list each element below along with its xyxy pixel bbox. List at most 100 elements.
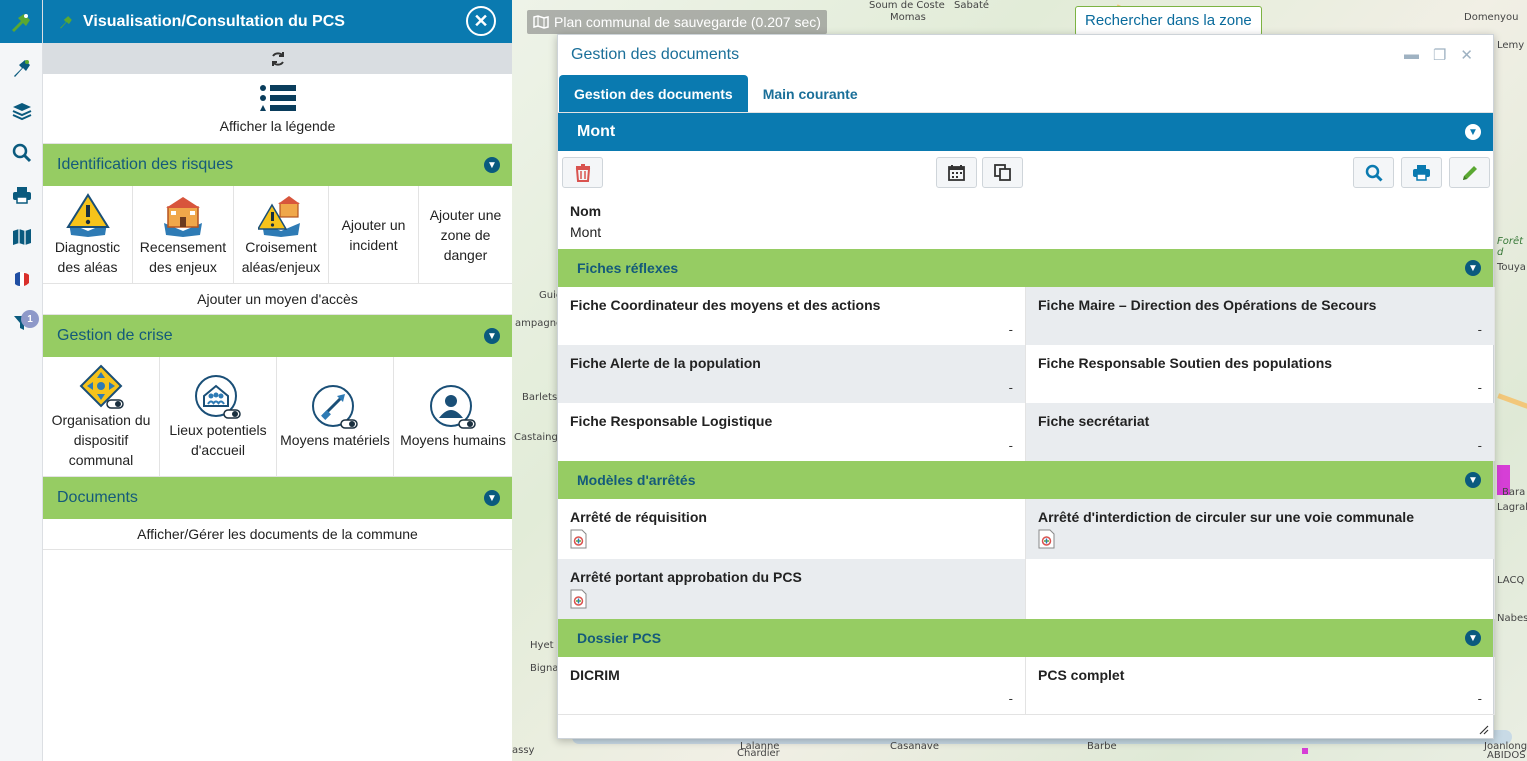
arrete-item[interactable]: Arrêté d'interdiction de circuler sur un…	[1026, 499, 1495, 559]
map-label: Nabes	[1497, 613, 1527, 624]
map-label: Barbe	[1087, 741, 1117, 752]
commune-header[interactable]: Mont ▼	[558, 113, 1493, 151]
fiche-label: Fiche Responsable Soutien des population…	[1038, 355, 1333, 371]
map-icon	[12, 229, 31, 245]
commune-name: Mont	[577, 123, 616, 140]
refresh-button[interactable]	[43, 43, 512, 74]
section-crise-header[interactable]: Gestion de crise ▼	[43, 315, 512, 357]
map-label: Lagrabe	[1497, 502, 1527, 513]
add-incident-button[interactable]: Ajouter un incident	[329, 186, 419, 283]
tab-main-courante[interactable]: Main courante	[748, 75, 873, 112]
fiches-header[interactable]: Fiches réflexes ▼	[558, 249, 1493, 287]
tile-moyens-materiels[interactable]: Moyens matériels	[277, 357, 394, 476]
calendar-button[interactable]	[936, 157, 977, 188]
map-button[interactable]	[0, 219, 43, 255]
fiche-item[interactable]: Fiche Maire – Direction des Opérations d…	[1026, 287, 1495, 345]
tile-croisement[interactable]: Croisement aléas/enjeux	[234, 186, 329, 283]
tile-lieux-accueil[interactable]: Lieux potentiels d'accueil	[160, 357, 277, 476]
tile-diagnostic-aleas[interactable]: Diagnostic des aléas	[43, 186, 133, 283]
fiche-item[interactable]: Fiche Responsable Soutien des population…	[1026, 345, 1495, 403]
french-flag-icon	[14, 271, 29, 287]
measure-button[interactable]	[0, 50, 43, 86]
map-label: Joanlong	[1484, 741, 1527, 752]
section-title: Fiches réflexes	[577, 260, 679, 276]
tile-recensement-enjeux[interactable]: Recensement des enjeux	[133, 186, 234, 283]
fiche-item[interactable]: Fiche Responsable Logistique -	[558, 403, 1026, 461]
tab-gestion-documents[interactable]: Gestion des documents	[559, 75, 748, 112]
chevron-down-icon: ▼	[484, 157, 500, 173]
map-label: Casanave	[890, 741, 939, 752]
fiche-value: -	[1477, 322, 1482, 337]
tile-organisation[interactable]: Organisation du dispositif communal	[43, 357, 160, 476]
map-label: Soum de Coste	[869, 0, 945, 11]
show-legend-button[interactable]: Afficher la légende	[43, 74, 512, 144]
print-button[interactable]	[0, 177, 43, 213]
minimize-icon[interactable]: ▬	[1404, 46, 1419, 64]
dossier-item[interactable]: PCS complet -	[1026, 657, 1495, 715]
add-access-button[interactable]: Ajouter un moyen d'accès	[43, 284, 512, 315]
arrete-label: Arrêté portant approbation du PCS	[570, 569, 802, 585]
fiche-value: -	[1008, 322, 1013, 337]
dossier-item[interactable]: DICRIM -	[558, 657, 1026, 715]
search-zone-button[interactable]: Rechercher dans la zone	[1075, 6, 1262, 36]
arrete-label: Arrêté d'interdiction de circuler sur un…	[1038, 509, 1414, 525]
close-icon[interactable]: ✕	[1460, 46, 1473, 64]
arrete-empty-cell	[1026, 559, 1495, 619]
measure-icon	[13, 60, 30, 77]
chevron-down-icon: ▼	[484, 328, 500, 344]
add-danger-zone-button[interactable]: Ajouter une zone de danger	[419, 186, 512, 283]
document-file-icon[interactable]	[1038, 529, 1055, 549]
app-logo[interactable]	[0, 0, 42, 43]
fiche-item[interactable]: Fiche secrétariat -	[1026, 403, 1495, 461]
nom-field: Nom Mont	[558, 195, 1493, 249]
section-title: Gestion de crise	[57, 327, 173, 344]
chevron-down-icon: ▼	[484, 490, 500, 506]
crise-tiles: Organisation du dispositif communal Lieu…	[43, 357, 512, 477]
tile-label: Ajouter un incident	[341, 216, 406, 253]
arretes-grid: Arrêté de réquisition Arrêté d'interdict…	[558, 499, 1495, 619]
equipment-icon	[312, 384, 358, 429]
panel-close-button[interactable]: ✕	[466, 6, 496, 36]
map-label: LACQ	[1497, 575, 1525, 586]
manage-documents-button[interactable]: Afficher/Gérer les documents de la commu…	[43, 519, 512, 550]
language-button[interactable]	[0, 261, 43, 297]
fiche-item[interactable]: Fiche Alerte de la population -	[558, 345, 1026, 403]
resize-handle-icon[interactable]	[1477, 723, 1489, 735]
search-button[interactable]	[1353, 157, 1394, 188]
layers-button[interactable]	[0, 93, 43, 129]
delete-button[interactable]	[562, 157, 603, 188]
fiche-item[interactable]: Fiche Coordinateur des moyens et des act…	[558, 287, 1026, 345]
arrete-item[interactable]: Arrêté de réquisition	[558, 499, 1026, 559]
maximize-icon[interactable]: ❐	[1433, 46, 1446, 64]
dialog-title-bar[interactable]: Gestion des documents ▬ ❐ ✕	[558, 35, 1493, 75]
pcs-icon	[60, 15, 72, 29]
fiche-label: Fiche secrétariat	[1038, 413, 1150, 429]
map-label: Barlets	[522, 392, 558, 403]
arretes-header[interactable]: Modèles d'arrêtés ▼	[558, 461, 1493, 499]
hazard-crossing-icon	[258, 195, 300, 237]
copy-button[interactable]	[982, 157, 1023, 188]
list-icon	[259, 84, 296, 111]
section-risques-header[interactable]: Identification des risques ▼	[43, 144, 512, 186]
print-button[interactable]	[1401, 157, 1442, 188]
arrete-item[interactable]: Arrêté portant approbation du PCS	[558, 559, 1026, 619]
section-title: Identification des risques	[57, 156, 234, 173]
fiche-label: Fiche Maire – Direction des Opérations d…	[1038, 297, 1377, 313]
tile-label: Moyens matériels	[280, 431, 390, 448]
section-title: Dossier PCS	[577, 630, 662, 646]
dossier-grid: DICRIM - PCS complet -	[558, 657, 1495, 715]
document-file-icon[interactable]	[570, 589, 587, 609]
dossier-label: PCS complet	[1038, 667, 1125, 683]
nom-value: Mont	[570, 224, 602, 240]
search-button[interactable]	[0, 135, 43, 171]
tile-label: Diagnostic des aléas	[54, 238, 121, 275]
tile-label: Ajouter une zone de danger	[429, 206, 502, 263]
edit-button[interactable]	[1449, 157, 1490, 188]
tile-moyens-humains[interactable]: Moyens humains	[394, 357, 512, 476]
fiche-label: Fiche Alerte de la population	[570, 355, 761, 371]
section-documents-header[interactable]: Documents ▼	[43, 477, 512, 519]
dossier-header[interactable]: Dossier PCS ▼	[558, 619, 1493, 657]
map-label: assy	[512, 745, 535, 756]
document-file-icon[interactable]	[570, 529, 587, 549]
app-logo-icon	[12, 13, 30, 32]
